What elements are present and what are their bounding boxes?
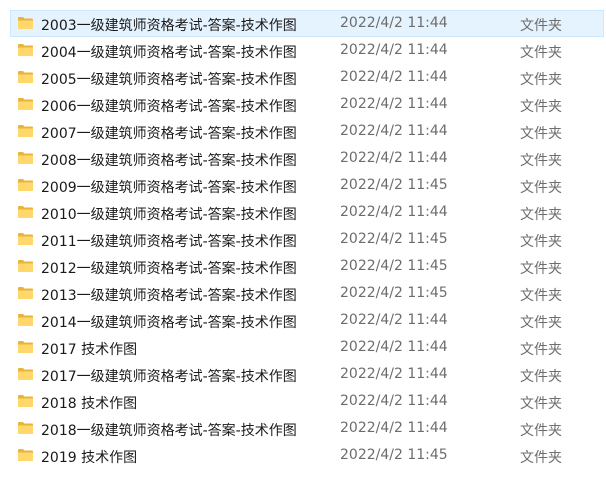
- file-name: 2008一级建筑师资格考试-答案-技术作图: [41, 153, 297, 169]
- file-name: 2006一级建筑师资格考试-答案-技术作图: [41, 99, 297, 115]
- file-type: 文件夹: [520, 396, 562, 412]
- file-date-modified: 2022/4/2 11:45: [340, 258, 448, 274]
- file-date-modified: 2022/4/2 11:44: [340, 204, 448, 220]
- folder-icon: [18, 17, 33, 29]
- file-name: 2010一级建筑师资格考试-答案-技术作图: [41, 207, 297, 223]
- file-name: 2019 技术作图: [41, 450, 138, 466]
- file-date-modified: 2022/4/2 11:44: [340, 393, 448, 409]
- file-type: 文件夹: [520, 207, 562, 223]
- folder-icon: [18, 71, 33, 83]
- folder-icon: [18, 152, 33, 164]
- file-row[interactable]: 2003一级建筑师资格考试-答案-技术作图 2022/4/2 11:44 文件夹: [10, 10, 604, 37]
- file-type: 文件夹: [520, 369, 562, 385]
- file-row[interactable]: 2011一级建筑师资格考试-答案-技术作图 2022/4/2 11:45 文件夹: [10, 226, 604, 253]
- file-date-modified: 2022/4/2 11:44: [340, 420, 448, 436]
- file-type: 文件夹: [520, 315, 562, 331]
- file-type: 文件夹: [520, 288, 562, 304]
- folder-icon: [18, 395, 33, 407]
- file-date-modified: 2022/4/2 11:44: [340, 312, 448, 328]
- folder-icon: [18, 287, 33, 299]
- file-type: 文件夹: [520, 261, 562, 277]
- file-row[interactable]: 2004一级建筑师资格考试-答案-技术作图 2022/4/2 11:44 文件夹: [10, 37, 604, 64]
- folder-icon: [18, 98, 33, 110]
- file-name: 2014一级建筑师资格考试-答案-技术作图: [41, 315, 297, 331]
- file-date-modified: 2022/4/2 11:45: [340, 447, 448, 463]
- file-type: 文件夹: [520, 72, 562, 88]
- file-type: 文件夹: [520, 423, 562, 439]
- file-type: 文件夹: [520, 45, 562, 61]
- folder-icon: [18, 179, 33, 191]
- file-row[interactable]: 2014一级建筑师资格考试-答案-技术作图 2022/4/2 11:44 文件夹: [10, 307, 604, 334]
- file-date-modified: 2022/4/2 11:44: [340, 42, 448, 58]
- folder-icon: [18, 206, 33, 218]
- file-row[interactable]: 2012一级建筑师资格考试-答案-技术作图 2022/4/2 11:45 文件夹: [10, 253, 604, 280]
- file-type: 文件夹: [520, 99, 562, 115]
- file-date-modified: 2022/4/2 11:45: [340, 285, 448, 301]
- file-name: 2007一级建筑师资格考试-答案-技术作图: [41, 126, 297, 142]
- file-type: 文件夹: [520, 18, 562, 34]
- file-row[interactable]: 2013一级建筑师资格考试-答案-技术作图 2022/4/2 11:45 文件夹: [10, 280, 604, 307]
- folder-icon: [18, 44, 33, 56]
- file-name: 2004一级建筑师资格考试-答案-技术作图: [41, 45, 297, 61]
- file-row[interactable]: 2017 技术作图 2022/4/2 11:44 文件夹: [10, 334, 604, 361]
- folder-icon: [18, 341, 33, 353]
- file-date-modified: 2022/4/2 11:44: [340, 123, 448, 139]
- file-name: 2018一级建筑师资格考试-答案-技术作图: [41, 423, 297, 439]
- file-name: 2012一级建筑师资格考试-答案-技术作图: [41, 261, 297, 277]
- file-date-modified: 2022/4/2 11:45: [340, 177, 448, 193]
- file-row[interactable]: 2018一级建筑师资格考试-答案-技术作图 2022/4/2 11:44 文件夹: [10, 415, 604, 442]
- folder-icon: [18, 314, 33, 326]
- file-date-modified: 2022/4/2 11:44: [340, 150, 448, 166]
- file-date-modified: 2022/4/2 11:44: [340, 366, 448, 382]
- file-type: 文件夹: [520, 342, 562, 358]
- file-row[interactable]: 2017一级建筑师资格考试-答案-技术作图 2022/4/2 11:44 文件夹: [10, 361, 604, 388]
- file-row[interactable]: 2019 技术作图 2022/4/2 11:45 文件夹: [10, 442, 604, 469]
- file-name: 2013一级建筑师资格考试-答案-技术作图: [41, 288, 297, 304]
- file-type: 文件夹: [520, 153, 562, 169]
- file-row[interactable]: 2007一级建筑师资格考试-答案-技术作图 2022/4/2 11:44 文件夹: [10, 118, 604, 145]
- folder-icon: [18, 422, 33, 434]
- file-type: 文件夹: [520, 450, 562, 466]
- file-type: 文件夹: [520, 180, 562, 196]
- file-row[interactable]: 2018 技术作图 2022/4/2 11:44 文件夹: [10, 388, 604, 415]
- file-name: 2003一级建筑师资格考试-答案-技术作图: [41, 18, 297, 34]
- folder-icon: [18, 368, 33, 380]
- file-date-modified: 2022/4/2 11:44: [340, 15, 448, 31]
- file-type: 文件夹: [520, 126, 562, 142]
- folder-icon: [18, 449, 33, 461]
- folder-icon: [18, 125, 33, 137]
- file-name: 2011一级建筑师资格考试-答案-技术作图: [41, 234, 297, 250]
- file-row[interactable]: 2008一级建筑师资格考试-答案-技术作图 2022/4/2 11:44 文件夹: [10, 145, 604, 172]
- file-date-modified: 2022/4/2 11:45: [340, 231, 448, 247]
- file-type: 文件夹: [520, 234, 562, 250]
- file-name: 2017一级建筑师资格考试-答案-技术作图: [41, 369, 297, 385]
- file-row[interactable]: 2005一级建筑师资格考试-答案-技术作图 2022/4/2 11:44 文件夹: [10, 64, 604, 91]
- file-row[interactable]: 2010一级建筑师资格考试-答案-技术作图 2022/4/2 11:44 文件夹: [10, 199, 604, 226]
- file-name: 2018 技术作图: [41, 396, 138, 412]
- file-list: 2003一级建筑师资格考试-答案-技术作图 2022/4/2 11:44 文件夹 20…: [0, 10, 606, 469]
- folder-icon: [18, 260, 33, 272]
- file-date-modified: 2022/4/2 11:44: [340, 339, 448, 355]
- file-date-modified: 2022/4/2 11:44: [340, 69, 448, 85]
- file-date-modified: 2022/4/2 11:44: [340, 96, 448, 112]
- file-name: 2017 技术作图: [41, 342, 138, 358]
- file-row[interactable]: 2006一级建筑师资格考试-答案-技术作图 2022/4/2 11:44 文件夹: [10, 91, 604, 118]
- file-name: 2009一级建筑师资格考试-答案-技术作图: [41, 180, 297, 196]
- file-name: 2005一级建筑师资格考试-答案-技术作图: [41, 72, 297, 88]
- folder-icon: [18, 233, 33, 245]
- file-row[interactable]: 2009一级建筑师资格考试-答案-技术作图 2022/4/2 11:45 文件夹: [10, 172, 604, 199]
